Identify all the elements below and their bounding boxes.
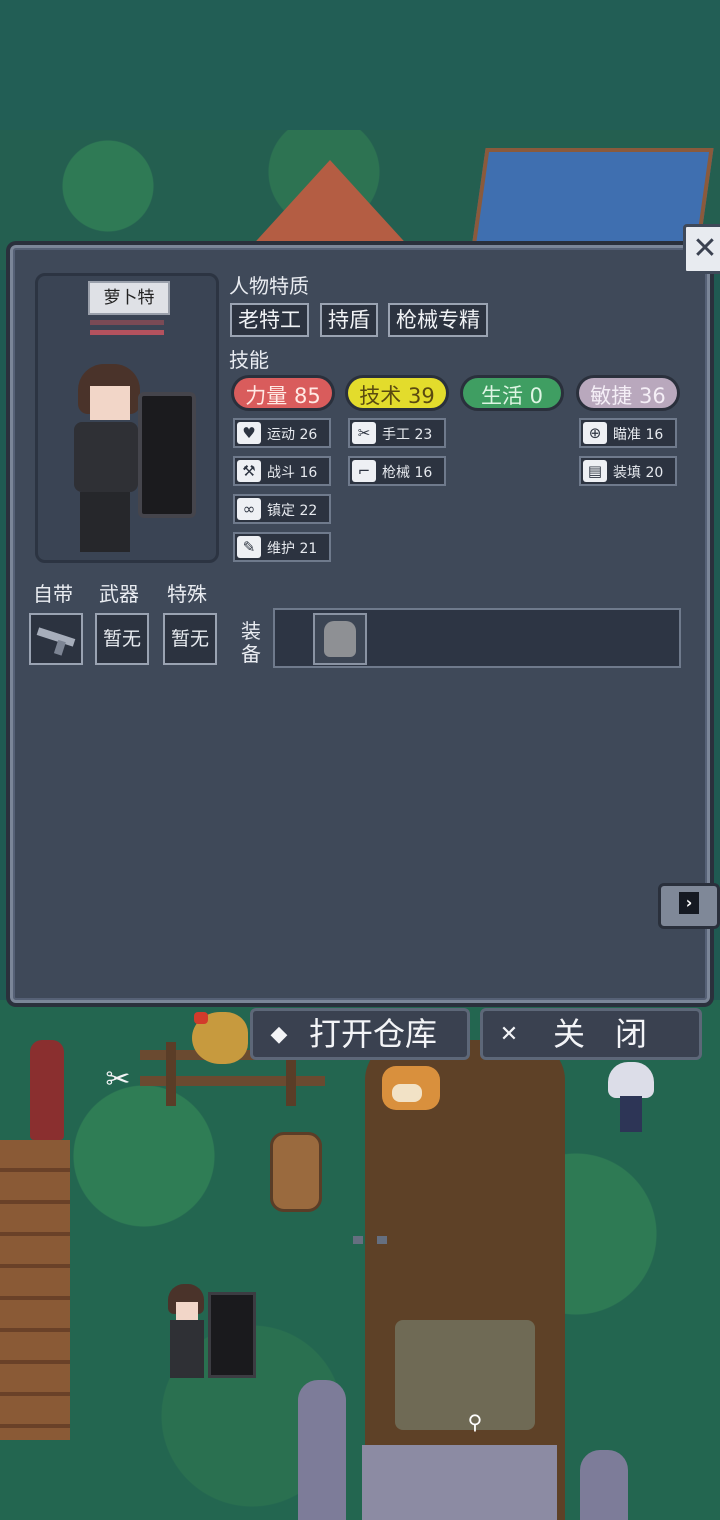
npc-girl-sprite[interactable] xyxy=(606,1062,656,1134)
wrench-icon: ✎ xyxy=(237,536,261,558)
boxes-icon: ◆ xyxy=(270,1022,288,1047)
skills-heading: 技能 xyxy=(229,348,269,372)
axe-icon: ⚒ xyxy=(237,460,261,482)
slot-label-innate: 自带 xyxy=(33,582,73,606)
page-indicator xyxy=(353,1236,399,1244)
gun-icon: ⌐ xyxy=(352,460,376,482)
equipment-bar xyxy=(273,608,681,668)
stone-pillar-right xyxy=(580,1450,628,1520)
skill-crafting[interactable]: ✂ 手工 23 xyxy=(348,418,446,448)
character-avatar xyxy=(66,364,196,554)
character-portrait: 萝卜特 xyxy=(35,273,219,563)
stone-pillar-left xyxy=(298,1380,346,1520)
equipment-label: 装备 xyxy=(241,619,261,666)
close-button[interactable]: ✕ 关闭 xyxy=(480,1008,702,1060)
health-bar-background xyxy=(90,320,164,325)
armor-slot[interactable] xyxy=(313,613,367,665)
trait-tag[interactable]: 持盾 xyxy=(320,303,378,337)
slot-label-special: 特殊 xyxy=(167,582,207,606)
health-bar xyxy=(90,330,164,335)
stat-technique[interactable]: 技术 39 xyxy=(345,375,449,411)
chicken-sprite[interactable] xyxy=(192,1012,248,1064)
open-storage-button[interactable]: ◆ 打开仓库 xyxy=(250,1008,470,1060)
skill-maintenance[interactable]: ✎ 维护 21 xyxy=(233,532,331,562)
stat-strength[interactable]: 力量 85 xyxy=(231,375,335,411)
skill-composure[interactable]: ∞ 镇定 22 xyxy=(233,494,331,524)
gas-tank xyxy=(30,1040,64,1140)
crosshair-icon: ⊕ xyxy=(583,422,607,444)
character-info-panel: 萝卜特 人物特质 老特工 持盾 枪械专精 技能 力量 85 技术 39 生活 0… xyxy=(10,245,710,1244)
stat-agility[interactable]: 敏捷 36 xyxy=(576,375,680,411)
trait-tag[interactable]: 老特工 xyxy=(230,303,309,337)
stat-life[interactable]: 生活 0 xyxy=(460,375,564,411)
scissors-icon: ✂ xyxy=(352,422,376,444)
special-slot[interactable]: 暂无 xyxy=(163,613,217,665)
barrel[interactable] xyxy=(270,1132,322,1212)
chevron-right-icon: › xyxy=(679,892,699,914)
x-icon: ✕ xyxy=(499,1022,519,1047)
skill-aiming[interactable]: ⊕ 瞄准 16 xyxy=(579,418,677,448)
skill-athletics[interactable]: ♥ 运动 26 xyxy=(233,418,331,448)
skill-firearms[interactable]: ⌐ 枪械 16 xyxy=(348,456,446,486)
skill-reloading[interactable]: ▤ 装填 20 xyxy=(579,456,677,486)
magazine-icon: ▤ xyxy=(583,460,607,482)
riot-shield-icon xyxy=(138,392,196,518)
slot-label-weapon: 武器 xyxy=(99,582,139,606)
wooden-deck xyxy=(0,1140,70,1440)
body-armor-icon xyxy=(324,621,356,657)
weapon-slot[interactable]: 暂无 xyxy=(95,613,149,665)
player-character-sprite[interactable] xyxy=(162,1284,256,1380)
stone-gate xyxy=(362,1445,557,1520)
pistol-icon xyxy=(36,627,76,647)
stone-pavement xyxy=(395,1320,535,1430)
red-roof xyxy=(248,160,412,250)
traits-heading: 人物特质 xyxy=(229,274,309,298)
character-name: 萝卜特 xyxy=(88,281,170,315)
heart-icon: ♥ xyxy=(237,422,261,444)
innate-weapon-slot[interactable] xyxy=(29,613,83,665)
dog-sprite[interactable] xyxy=(382,1066,440,1110)
trait-tag[interactable]: 枪械专精 xyxy=(388,303,488,337)
close-icon[interactable]: ✕ xyxy=(683,224,720,274)
blue-tent xyxy=(470,148,714,256)
location-pin-icon: ⚲ xyxy=(467,1410,483,1434)
tools-icon[interactable]: ✂ xyxy=(100,1062,136,1098)
skill-combat[interactable]: ⚒ 战斗 16 xyxy=(233,456,331,486)
glasses-icon: ∞ xyxy=(237,498,261,520)
next-page-button[interactable]: › xyxy=(658,883,720,929)
